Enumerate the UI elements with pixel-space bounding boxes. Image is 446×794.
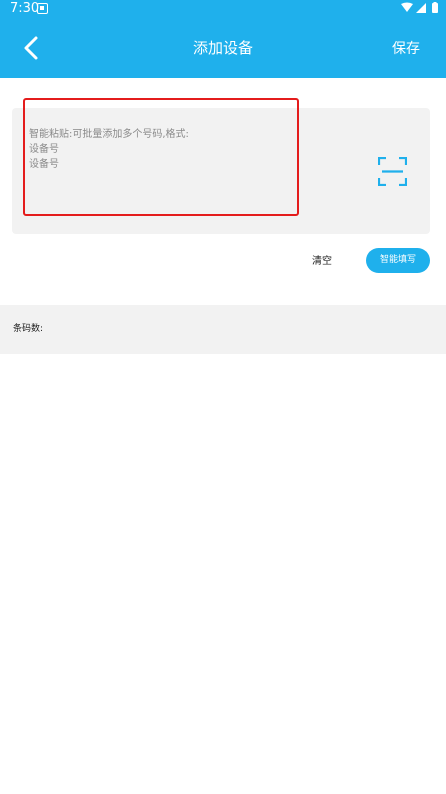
scan-icon [377,156,408,187]
barcode-count-bar: 条码数: [0,305,446,354]
add-device-screen: 7:30 添加设备 保存 智能粘贴:可批量添加多个号码,格式: 设备号 设备号 … [0,0,446,794]
status-icons [401,2,438,13]
barcode-count-label: 条码数: [13,324,44,334]
status-time: 7:30 [10,1,40,16]
battery-icon [432,3,438,13]
save-button[interactable]: 保存 [392,39,420,59]
notification-icon [37,3,48,14]
wifi-icon [401,2,413,12]
page-title: 添加设备 [192,39,253,57]
signal-icon [416,3,426,13]
scan-button[interactable] [377,156,408,187]
highlight-annotation [23,98,299,216]
smart-fill-button[interactable]: 智能填写 [366,248,430,273]
clear-button[interactable]: 清空 [312,255,332,269]
top-app-bar: 7:30 添加设备 保存 [0,0,446,78]
